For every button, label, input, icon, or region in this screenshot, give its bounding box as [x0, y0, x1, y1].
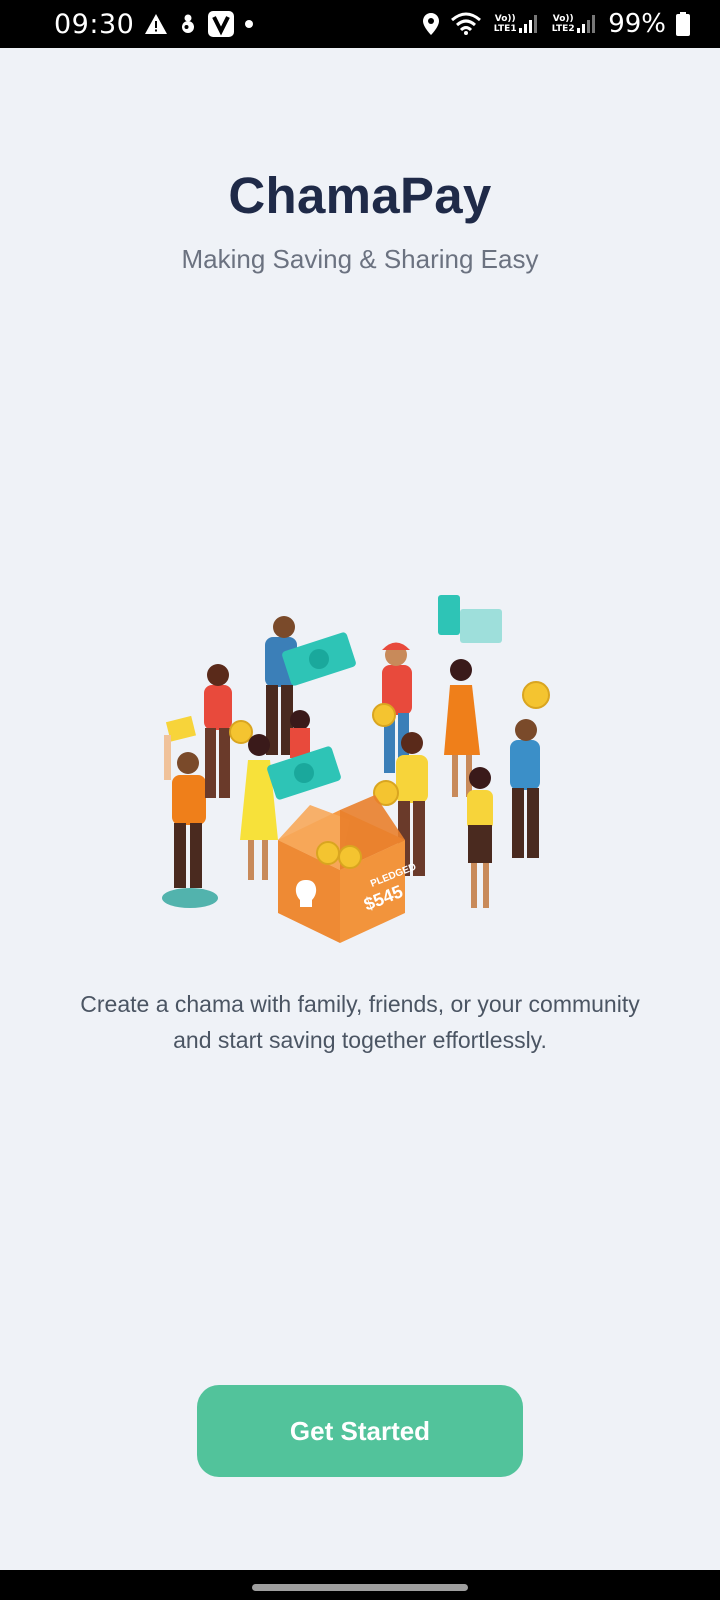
signal-lte2-icon: Vo)) LTE2 — [550, 14, 598, 34]
person-orange-shirt — [164, 715, 206, 888]
status-right: Vo)) LTE1 Vo)) LTE2 99% — [422, 9, 690, 39]
v-app-icon — [208, 11, 235, 37]
status-time: 09:30 — [54, 8, 135, 40]
alert-icon — [144, 13, 168, 35]
battery-icon — [676, 12, 690, 36]
community-savings-illustration: PLEDGED $545 — [160, 595, 570, 955]
app-subtitle: Making Saving & Sharing Easy — [181, 244, 539, 274]
home-indicator[interactable] — [252, 1584, 468, 1591]
battery-percent: 99% — [608, 9, 666, 39]
app-title: ChamaPay — [228, 167, 492, 224]
person-blue-shirt — [265, 616, 356, 755]
notification-icon — [178, 13, 198, 35]
lte2-label: Vo)) LTE2 — [551, 14, 575, 34]
person-red-cap — [372, 642, 412, 773]
pledge-box: PLEDGED $545 — [278, 795, 418, 943]
description-text: Create a chama with family, friends, or … — [80, 991, 640, 1053]
get-started-button[interactable]: Get Started — [197, 1385, 523, 1477]
wifi-icon — [450, 12, 482, 36]
status-bar: 09:30 Vo)) LTE1 Vo)) LTE2 99% — [0, 0, 720, 48]
location-icon — [422, 12, 440, 36]
person-blue-right — [510, 681, 550, 858]
status-left: 09:30 — [54, 9, 254, 40]
dot-icon — [244, 19, 254, 29]
person-red-top — [204, 664, 253, 798]
signal-lte1-icon: Vo)) LTE1 — [492, 14, 540, 34]
person-orange-dress — [438, 595, 502, 797]
lte1-label: Vo)) LTE1 — [493, 14, 517, 34]
